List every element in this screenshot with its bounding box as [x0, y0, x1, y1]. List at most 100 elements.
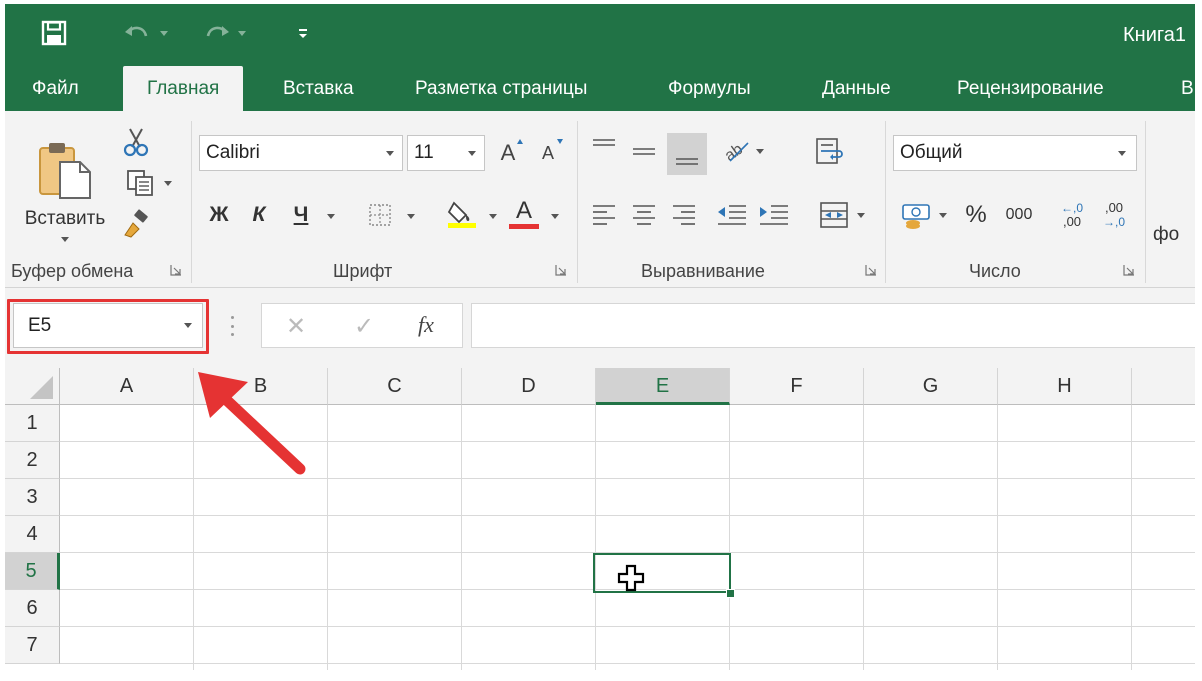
chevron-down-icon[interactable]: [407, 214, 415, 219]
chevron-down-icon: [857, 212, 865, 218]
tab-page-layout[interactable]: Разметка страницы: [415, 66, 587, 111]
increase-indent-icon: [760, 205, 788, 225]
save-icon: [41, 20, 67, 46]
column-header-f[interactable]: F: [730, 368, 864, 405]
row-header-3[interactable]: 3: [5, 479, 60, 516]
styles-group-partial[interactable]: фо: [1153, 221, 1193, 249]
worksheet-grid: A B C D E F G H 1 2 3 4 5 6 7: [5, 368, 1195, 670]
font-color-button[interactable]: A: [507, 195, 541, 231]
number-format-combo[interactable]: Общий: [893, 135, 1137, 171]
formula-input[interactable]: [471, 303, 1195, 348]
column-header-c[interactable]: C: [328, 368, 462, 405]
row-header-2[interactable]: 2: [5, 442, 60, 479]
dialog-launcher-icon[interactable]: [555, 264, 567, 276]
svg-text:ab: ab: [722, 141, 746, 165]
font-size-combo[interactable]: 11: [407, 135, 485, 171]
chevron-down-icon[interactable]: [327, 214, 335, 219]
align-center-button[interactable]: [629, 199, 659, 229]
redo-button[interactable]: [195, 18, 251, 48]
column-header-d[interactable]: D: [462, 368, 596, 405]
column-header-a[interactable]: A: [60, 368, 194, 405]
italic-button[interactable]: К: [245, 197, 273, 233]
tab-home[interactable]: Главная: [123, 66, 244, 111]
underline-button[interactable]: Ч: [287, 197, 315, 233]
fill-color-button[interactable]: [445, 195, 479, 231]
align-middle-button[interactable]: [629, 133, 659, 169]
decrease-indent-button[interactable]: [715, 199, 749, 229]
percent-button[interactable]: %: [961, 197, 991, 233]
font-color-letter: A: [515, 196, 532, 224]
borders-icon: [369, 204, 391, 226]
dialog-launcher-icon[interactable]: [1123, 264, 1135, 276]
align-top-button[interactable]: [589, 133, 619, 163]
paste-button[interactable]: Вставить: [19, 125, 111, 245]
formula-bar: E5 ✕ ✓ fx: [5, 288, 1195, 368]
active-cell-e5[interactable]: [593, 553, 731, 593]
ribbon: Вставить Буфер обмена Calibri 11 A A Ж К…: [5, 111, 1195, 288]
column-header-g[interactable]: G: [864, 368, 998, 405]
formula-buttons: ✕ ✓ fx: [261, 303, 463, 348]
cut-button[interactable]: [119, 125, 153, 159]
row-header-1[interactable]: 1: [5, 405, 60, 442]
chevron-down-icon[interactable]: [551, 214, 559, 219]
merge-center-button[interactable]: [811, 197, 873, 233]
borders-button[interactable]: [365, 197, 395, 233]
fill-handle[interactable]: [726, 589, 735, 598]
tab-review[interactable]: Рецензирование: [957, 66, 1104, 111]
align-right-button[interactable]: [669, 199, 699, 229]
row-header-5[interactable]: 5: [5, 553, 60, 590]
select-all-button[interactable]: [5, 368, 60, 405]
tab-file[interactable]: Файл: [32, 66, 79, 111]
increase-indent-button[interactable]: [757, 199, 791, 229]
align-bottom-button[interactable]: [667, 133, 707, 175]
align-left-button[interactable]: [589, 199, 619, 229]
wrap-text-button[interactable]: [811, 133, 849, 169]
redo-icon: [206, 26, 229, 37]
copy-icon: [127, 170, 153, 196]
font-group-label: Шрифт: [333, 261, 393, 281]
row-header-4[interactable]: 4: [5, 516, 60, 553]
chevron-down-icon: [160, 30, 168, 36]
cancel-button[interactable]: ✕: [286, 312, 306, 341]
grow-font-button[interactable]: A: [493, 135, 523, 171]
save-button[interactable]: [37, 18, 71, 48]
chevron-down-icon: [164, 180, 172, 186]
separator: [885, 121, 886, 283]
tab-insert[interactable]: Вставка: [283, 66, 354, 111]
column-header-e[interactable]: E: [596, 368, 730, 405]
undo-button[interactable]: [117, 18, 173, 48]
increase-decimal-button[interactable]: ←,0 ,00: [1055, 195, 1089, 235]
accounting-format-button[interactable]: [895, 197, 953, 233]
column-header-i-partial[interactable]: [1132, 368, 1195, 405]
tab-formulas[interactable]: Формулы: [668, 66, 751, 111]
row-header-6[interactable]: 6: [5, 590, 60, 627]
align-center-icon: [633, 205, 655, 225]
chevron-down-icon: [238, 30, 246, 36]
dialog-launcher-icon[interactable]: [170, 264, 182, 276]
orientation-button[interactable]: ab: [717, 133, 769, 169]
format-painter-button[interactable]: [119, 207, 153, 241]
thousands-separator-button[interactable]: 000: [999, 197, 1039, 233]
tab-data[interactable]: Данные: [822, 66, 891, 111]
copy-button[interactable]: [119, 166, 179, 200]
enter-button[interactable]: ✓: [354, 312, 374, 341]
gridline: [729, 405, 730, 670]
chevron-down-icon: [1118, 151, 1126, 156]
column-header-h[interactable]: H: [998, 368, 1132, 405]
tab-view-partial[interactable]: В: [1181, 66, 1194, 111]
row-header-7[interactable]: 7: [5, 627, 60, 664]
customize-qat-button[interactable]: [291, 18, 315, 48]
formula-bar-grip[interactable]: [231, 316, 235, 336]
insert-function-button[interactable]: fx: [418, 312, 434, 338]
shrink-font-button[interactable]: A: [533, 135, 563, 171]
font-name-combo[interactable]: Calibri: [199, 135, 403, 171]
bold-button[interactable]: Ж: [205, 197, 233, 233]
font-size-value: 11: [414, 142, 434, 163]
gridline: [60, 663, 1195, 664]
cell-cursor-icon: [617, 564, 645, 592]
decrease-decimal-button[interactable]: ,00 →,0: [1097, 195, 1131, 235]
chevron-down-icon[interactable]: [489, 214, 497, 219]
dialog-launcher-icon[interactable]: [865, 264, 877, 276]
right-arrow-icon: →,0: [1102, 215, 1125, 229]
ribbon-tabs: Файл Главная Вставка Разметка страницы Ф…: [5, 66, 1195, 111]
